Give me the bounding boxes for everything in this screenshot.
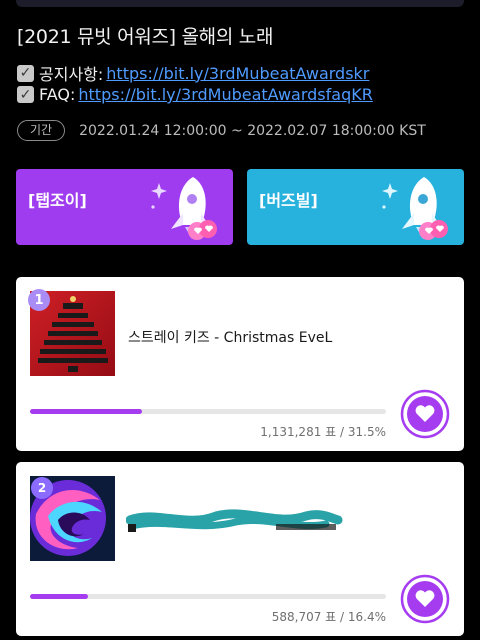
progress-track — [30, 409, 386, 414]
rank-badge: 1 — [28, 289, 50, 311]
redaction-scribble — [126, 509, 343, 532]
period-range: 2022.01.24 12:00:00 ~ 2022.02.07 18:00:0… — [79, 122, 426, 139]
buzzvil-vote-button[interactable]: [버즈빌] — [247, 169, 464, 245]
heart-vote-button[interactable] — [400, 574, 450, 624]
ranking-card-1: 1 스트레이 키즈 - Christmas EveL 1,131,281 표 /… — [16, 277, 464, 451]
faq-line: ✓ FAQ: https://bit.ly/3rdMubeatAwardsfaq… — [17, 85, 465, 104]
progress-track — [30, 594, 386, 599]
notice-line: ✓ 공지사항: https://bit.ly/3rdMubeatAwardskr — [17, 61, 465, 85]
buzzvil-label: [버즈빌] — [259, 191, 318, 210]
rocket-icon — [382, 177, 448, 240]
progress-fill — [30, 594, 89, 599]
progress-fill — [30, 409, 143, 414]
tapjoy-label: [탭조이] — [28, 191, 87, 210]
tapjoy-vote-button[interactable]: [탭조이] — [16, 169, 233, 245]
period-badge: 기간 — [17, 120, 66, 141]
top-strip — [16, 0, 464, 7]
svg-text:2: 2 — [38, 481, 46, 495]
heart-vote-button[interactable] — [400, 389, 450, 439]
ranking-card-2: 2 588,707 표 / 16.4% — [16, 462, 464, 636]
album-cover: 2 — [30, 476, 115, 561]
faq-link[interactable]: https://bit.ly/3rdMubeatAwardsfaqKR — [78, 85, 372, 104]
vote-count: 1,131,281 표 / 31.5% — [260, 425, 386, 439]
faq-label: FAQ: — [39, 85, 76, 104]
song-title: 스트레이 키즈 - Christmas EveL — [128, 330, 333, 346]
page-title: [2021 뮤빗 어워즈] 올해의 노래 — [17, 26, 274, 48]
period-row: 기간 2022.01.24 12:00:00 ~ 2022.02.07 18:0… — [17, 120, 426, 141]
checkbox-icon: ✓ — [17, 64, 34, 82]
notice-link[interactable]: https://bit.ly/3rdMubeatAwardskr — [106, 64, 369, 83]
rocket-icon — [151, 177, 217, 240]
checkbox-icon: ✓ — [17, 86, 34, 103]
notice-label: 공지사항: — [39, 65, 104, 84]
vote-count: 588,707 표 / 16.4% — [271, 610, 386, 624]
